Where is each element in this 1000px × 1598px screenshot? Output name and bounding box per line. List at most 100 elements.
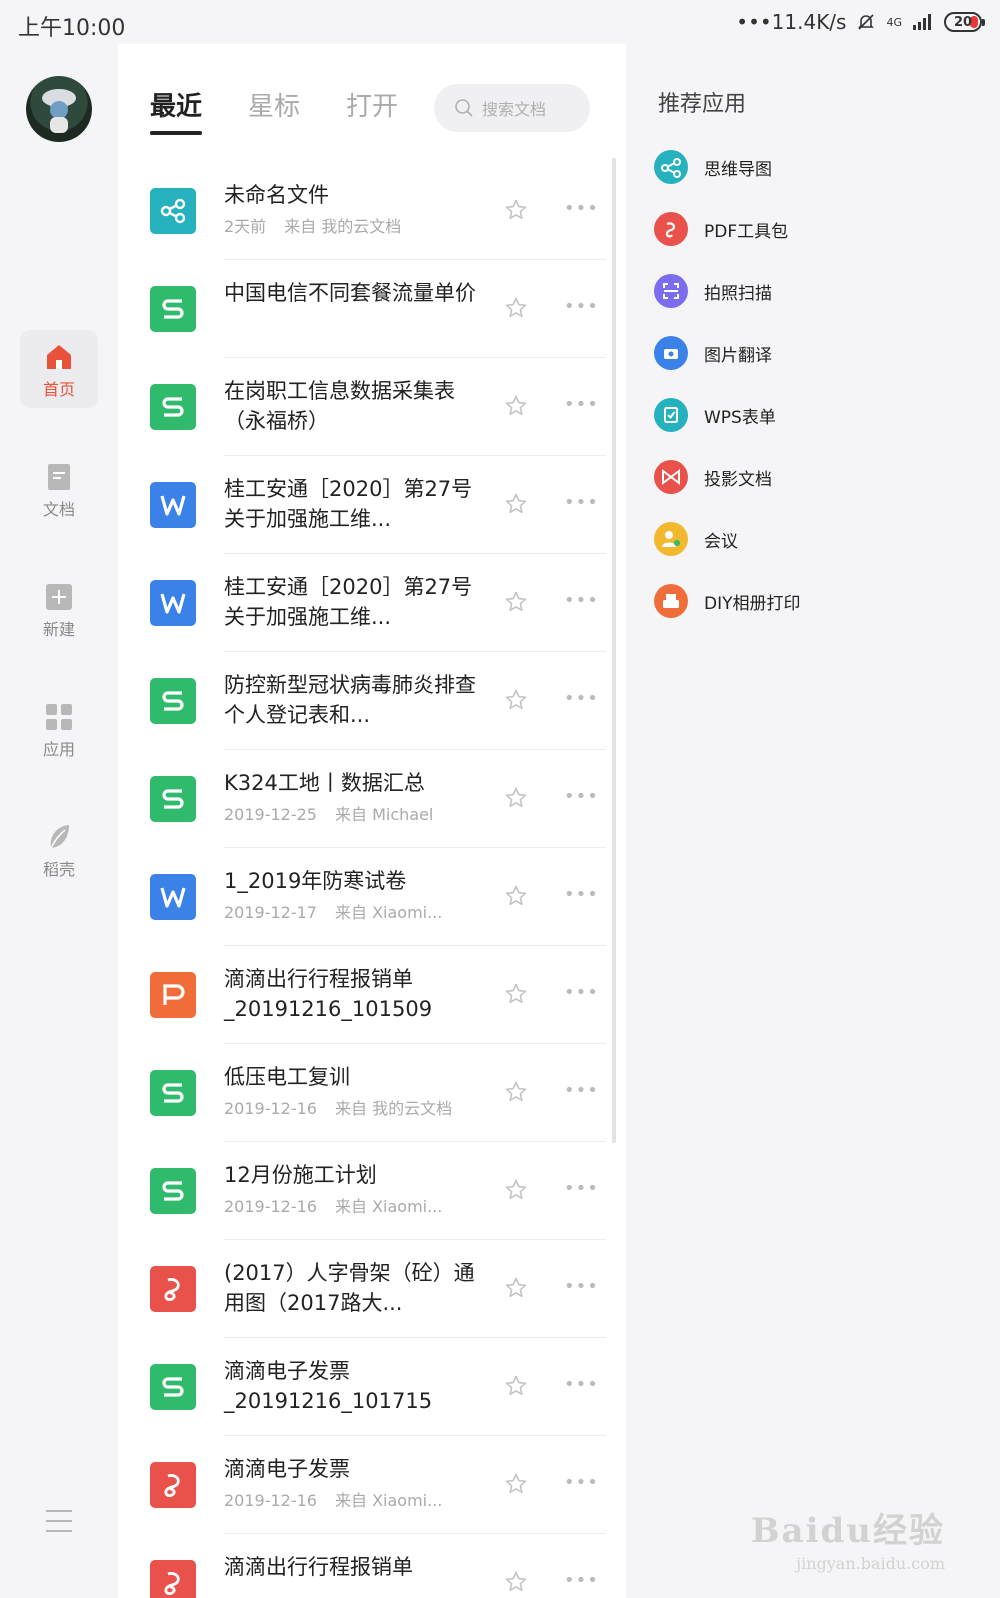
word-document-icon — [150, 580, 196, 626]
file-text: 低压电工复训 2019-12-16 来自 我的云文档 — [224, 1062, 482, 1119]
file-text: 中国电信不同套餐流量单价 — [224, 278, 482, 308]
star-icon[interactable] — [504, 1080, 528, 1104]
left-rail: 首页 文档 新建 应用 稻壳 — [0, 44, 118, 1598]
menu-icon[interactable] — [46, 1510, 72, 1532]
recommended-app-label: 投影文档 — [704, 469, 772, 490]
file-title: 桂工安通［2020］第27号关于加强施工维... — [224, 477, 473, 531]
spreadsheet-icon — [150, 776, 196, 822]
star-icon[interactable] — [504, 982, 528, 1006]
recommended-app-item[interactable]: 拍照扫描 — [654, 260, 801, 322]
file-row[interactable]: 滴滴电子发票 2019-12-16 来自 Xiaomi... ••• — [118, 1436, 618, 1534]
file-title: 1_2019年防寒试卷 — [224, 869, 407, 893]
recent-files-panel: 最近 星标 打开 搜索文档 未命名文件 2天前 来自 我的云文档 ••• 中国电信不同套… — [118, 44, 626, 1598]
file-row[interactable]: 滴滴出行行程报销单 ••• — [118, 1534, 618, 1598]
grid-icon — [46, 704, 72, 730]
rail-item-apps[interactable]: 应用 — [20, 690, 98, 768]
file-row[interactable]: 防控新型冠状病毒肺炎排查个人登记表和... ••• — [118, 652, 618, 750]
more-options-icon[interactable]: ••• — [564, 1472, 599, 1493]
signal-type: 4G — [886, 15, 902, 29]
recommended-app-item[interactable]: 图片翻译 — [654, 322, 801, 384]
recommended-app-label: PDF工具包 — [704, 221, 789, 242]
star-icon[interactable] — [504, 296, 528, 320]
more-options-icon[interactable]: ••• — [564, 884, 599, 905]
file-time: 2019-12-16 — [224, 1099, 317, 1118]
file-source: 来自 Xiaomi... — [334, 1491, 443, 1510]
more-options-icon[interactable]: ••• — [564, 296, 599, 317]
more-options-icon[interactable]: ••• — [564, 688, 599, 709]
file-title: 低压电工复训 — [224, 1065, 350, 1089]
file-row[interactable]: 桂工安通［2020］第27号关于加强施工维... ••• — [118, 554, 618, 652]
star-icon[interactable] — [504, 492, 528, 516]
recommended-app-label: 会议 — [704, 531, 738, 552]
recommended-app-item[interactable]: DIY相册打印 — [654, 570, 801, 632]
search-input[interactable]: 搜索文档 — [434, 84, 590, 132]
rail-label-home: 首页 — [42, 380, 75, 399]
file-source: 来自 Xiaomi... — [334, 903, 443, 922]
file-source: 来自 Michael — [334, 805, 434, 824]
more-options-icon[interactable]: ••• — [564, 1276, 599, 1297]
star-icon[interactable] — [504, 1472, 528, 1496]
rail-label-new: 新建 — [42, 620, 75, 639]
file-row[interactable]: 低压电工复训 2019-12-16 来自 我的云文档 ••• — [118, 1044, 618, 1142]
star-icon[interactable] — [504, 1374, 528, 1398]
file-row[interactable]: 在岗职工信息数据采集表（永福桥） ••• — [118, 358, 618, 456]
file-title: 防控新型冠状病毒肺炎排查个人登记表和... — [224, 673, 476, 727]
recommended-app-item[interactable]: 会议 — [654, 508, 801, 570]
file-text: 1_2019年防寒试卷 2019-12-17 来自 Xiaomi... — [224, 866, 482, 923]
file-title: 滴滴出行行程报销单_20191216_101509 — [224, 967, 433, 1021]
tab-open[interactable]: 打开 — [346, 86, 398, 135]
star-icon[interactable] — [504, 1178, 528, 1202]
print-icon — [654, 584, 688, 618]
file-row[interactable]: 1_2019年防寒试卷 2019-12-17 来自 Xiaomi... ••• — [118, 848, 618, 946]
more-options-icon[interactable]: ••• — [564, 198, 599, 219]
tab-bar: 最近 星标 打开 — [150, 86, 398, 135]
rail-item-new[interactable]: 新建 — [20, 570, 98, 648]
spreadsheet-icon — [150, 286, 196, 332]
file-text: (2017）人字骨架（砼）通用图（2017路大... — [224, 1258, 482, 1318]
file-row[interactable]: 中国电信不同套餐流量单价 ••• — [118, 260, 618, 358]
recommended-apps-list: 思维导图 PDF工具包拍照扫描 图片翻译 WPS表单投影文档会议 DIY相册打印 — [654, 136, 801, 632]
star-icon[interactable] — [504, 198, 528, 222]
star-icon[interactable] — [504, 590, 528, 614]
image-translate-icon — [654, 336, 688, 370]
rail-label-apps: 应用 — [42, 740, 75, 759]
recommended-app-item[interactable]: PDF工具包 — [654, 198, 801, 260]
more-options-icon[interactable]: ••• — [564, 394, 599, 415]
rail-item-daoke[interactable]: 稻壳 — [20, 810, 98, 888]
rail-item-home[interactable]: 首页 — [20, 330, 98, 408]
star-icon[interactable] — [504, 1570, 528, 1594]
file-text: 滴滴出行行程报销单 — [224, 1552, 482, 1582]
file-title: 滴滴出行行程报销单 — [224, 1555, 413, 1579]
avatar[interactable] — [26, 76, 92, 142]
star-icon[interactable] — [504, 1276, 528, 1300]
star-icon[interactable] — [504, 688, 528, 712]
star-icon[interactable] — [504, 394, 528, 418]
recommended-title: 推荐应用 — [658, 92, 747, 117]
more-options-icon[interactable]: ••• — [564, 1178, 599, 1199]
star-icon[interactable] — [504, 884, 528, 908]
more-options-icon[interactable]: ••• — [564, 492, 599, 513]
more-options-icon[interactable]: ••• — [564, 1080, 599, 1101]
recommended-app-item[interactable]: WPS表单 — [654, 384, 801, 446]
file-meta: 2019-12-16 来自 Xiaomi... — [224, 1487, 482, 1511]
file-row[interactable]: 12月份施工计划 2019-12-16 来自 Xiaomi... ••• — [118, 1142, 618, 1240]
file-row[interactable]: K324工地丨数据汇总 2019-12-25 来自 Michael ••• — [118, 750, 618, 848]
star-icon[interactable] — [504, 786, 528, 810]
rail-item-documents[interactable]: 文档 — [20, 450, 98, 528]
recommended-app-item[interactable]: 思维导图 — [654, 136, 801, 198]
recommended-app-item[interactable]: 投影文档 — [654, 446, 801, 508]
file-row[interactable]: (2017）人字骨架（砼）通用图（2017路大... ••• — [118, 1240, 618, 1338]
file-row[interactable]: 未命名文件 2天前 来自 我的云文档 ••• — [118, 162, 618, 260]
file-row[interactable]: 滴滴电子发票_20191216_101715 ••• — [118, 1338, 618, 1436]
file-row[interactable]: 滴滴出行行程报销单_20191216_101509 ••• — [118, 946, 618, 1044]
file-row[interactable]: 桂工安通［2020］第27号关于加强施工维... ••• — [118, 456, 618, 554]
tab-starred[interactable]: 星标 — [248, 86, 300, 135]
more-options-icon[interactable]: ••• — [564, 590, 599, 611]
more-options-icon[interactable]: ••• — [564, 1374, 599, 1395]
spreadsheet-icon — [150, 1168, 196, 1214]
more-options-icon[interactable]: ••• — [564, 982, 599, 1003]
more-options-icon[interactable]: ••• — [564, 1570, 599, 1591]
tab-recent[interactable]: 最近 — [150, 86, 203, 135]
file-meta: 2天前 来自 我的云文档 — [224, 213, 482, 237]
more-options-icon[interactable]: ••• — [564, 786, 599, 807]
